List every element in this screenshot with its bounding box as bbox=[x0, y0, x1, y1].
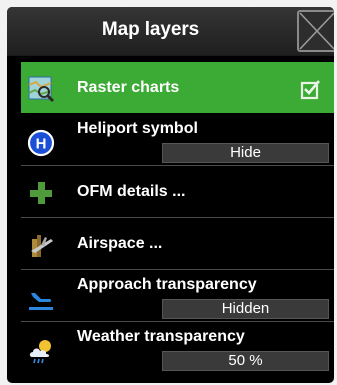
airspace-icon bbox=[27, 231, 55, 259]
layer-item-label: Raster charts bbox=[77, 79, 180, 96]
layer-item-label: Approach transparency bbox=[77, 276, 257, 293]
map-layers-panel: Map layers Raster charts H Heliport symb… bbox=[7, 7, 334, 383]
plus-icon bbox=[27, 179, 55, 207]
layer-item-label: OFM details ... bbox=[77, 183, 186, 200]
layer-item-raster-charts[interactable]: Raster charts bbox=[21, 62, 334, 113]
svg-text:H: H bbox=[36, 136, 47, 153]
layer-item-ofm-details[interactable]: OFM details ... bbox=[21, 166, 334, 218]
weather-value-select[interactable]: 50 % bbox=[162, 351, 329, 371]
checkbox-checked-icon[interactable] bbox=[300, 78, 322, 100]
approach-value-select[interactable]: Hidden bbox=[162, 299, 329, 319]
heliport-value-select[interactable]: Hide bbox=[162, 143, 329, 163]
approach-icon bbox=[27, 285, 55, 313]
layer-item-weather-transparency[interactable]: Weather transparency 50 % bbox=[21, 322, 334, 374]
layer-item-label: Airspace ... bbox=[77, 235, 163, 252]
weather-icon bbox=[27, 337, 55, 365]
layer-item-label: Weather transparency bbox=[77, 328, 245, 345]
raster-chart-icon bbox=[27, 75, 55, 103]
close-button[interactable] bbox=[297, 10, 334, 52]
layer-list: Raster charts H Heliport symbol Hide OFM… bbox=[21, 62, 334, 374]
layer-item-label: Heliport symbol bbox=[77, 120, 198, 137]
heliport-icon: H bbox=[27, 129, 55, 157]
layer-item-airspace[interactable]: Airspace ... bbox=[21, 218, 334, 270]
layer-item-approach-transparency[interactable]: Approach transparency Hidden bbox=[21, 270, 334, 322]
close-icon bbox=[299, 12, 334, 50]
title-bar: Map layers bbox=[7, 7, 334, 56]
panel-title: Map layers bbox=[101, 19, 200, 40]
layer-item-heliport-symbol[interactable]: H Heliport symbol Hide bbox=[21, 114, 334, 166]
